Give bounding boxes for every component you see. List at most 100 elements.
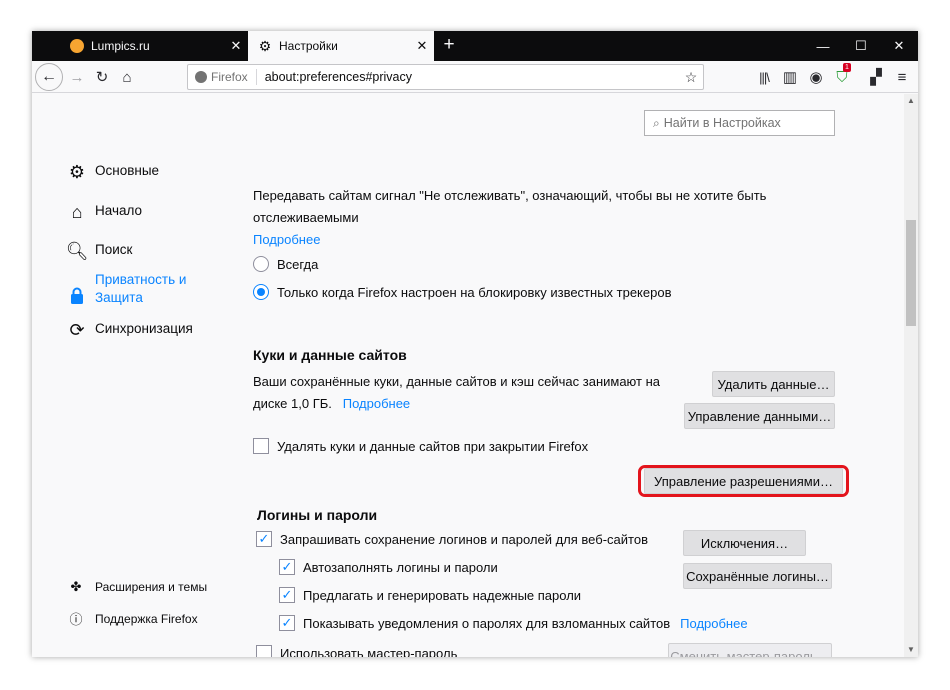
sidebar-item-label: Поиск xyxy=(95,242,133,257)
checkbox-checked[interactable]: ✓ xyxy=(279,559,295,575)
close-window-button[interactable]: ✕ xyxy=(880,31,918,61)
forward-button[interactable]: → xyxy=(65,65,89,89)
vertical-scrollbar[interactable]: ▲ ▼ xyxy=(904,94,918,657)
clear-data-button[interactable]: Удалить данные… xyxy=(712,371,835,397)
checkbox[interactable] xyxy=(253,438,269,454)
cookies-text-line: диске 1,0 ГБ. Подробнее xyxy=(253,393,660,415)
lumpics-favicon-icon xyxy=(70,39,84,53)
sidebar-item-label: Синхронизация xyxy=(95,321,193,336)
minimize-button[interactable]: — xyxy=(804,31,842,61)
exceptions-button[interactable]: Исключения… xyxy=(683,530,806,556)
url-text[interactable]: about:preferences#privacy xyxy=(257,70,679,84)
sidebar-link-label: Поддержка Firefox xyxy=(95,611,198,626)
sidebar-link-label: Расширения и темы xyxy=(95,580,208,594)
sidebar-item-general[interactable]: ⚙ Основные xyxy=(66,162,159,182)
gear-icon: ⚙ xyxy=(258,38,272,54)
vpn-shield-icon[interactable]: ⛉ 1 xyxy=(830,63,854,89)
checkbox[interactable] xyxy=(256,645,272,657)
gear-icon: ⚙ xyxy=(68,161,86,182)
new-tab-button[interactable]: + xyxy=(437,35,461,56)
cookies-description: Ваши сохранённые куки, данные сайтов и к… xyxy=(253,371,660,415)
radio-label: Всегда xyxy=(277,256,319,272)
sidebar-link-support[interactable]: ⓘ Поддержка Firefox xyxy=(68,609,198,628)
lock-icon xyxy=(66,285,88,305)
checkbox-label: Автозаполнять логины и пароли xyxy=(303,559,498,575)
dnt-learn-more-link[interactable]: Подробнее xyxy=(253,229,766,251)
tab-title: Lumpics.ru xyxy=(91,39,150,53)
radio-label: Только когда Firefox настроен на блокиро… xyxy=(277,284,672,300)
tab-lumpics[interactable]: Lumpics.ru ✕ xyxy=(60,31,248,61)
cookies-text-line: Ваши сохранённые куки, данные сайтов и к… xyxy=(253,374,660,389)
puzzle-icon: ✤ xyxy=(70,579,82,594)
back-button[interactable]: ← xyxy=(35,63,63,91)
checkbox-checked[interactable]: ✓ xyxy=(279,587,295,603)
vpn-badge: 1 xyxy=(843,63,851,72)
breach-learn-more-link[interactable]: Подробнее xyxy=(680,616,747,631)
scroll-down-arrow-icon[interactable]: ▼ xyxy=(904,643,918,657)
home-icon: ⌂ xyxy=(71,201,83,222)
master-password-checkbox[interactable]: Использовать мастер-пароль xyxy=(256,645,457,657)
cookies-learn-more-link[interactable]: Подробнее xyxy=(343,396,410,411)
tab-strip: Lumpics.ru ✕ ⚙ Настройки ✕ + — ☐ ✕ xyxy=(32,31,918,61)
logins-heading: Логины и пароли xyxy=(257,507,378,523)
reload-button[interactable]: ↻ xyxy=(90,65,114,89)
menu-hamburger-icon[interactable]: ≡ xyxy=(890,65,914,89)
manage-data-button[interactable]: Управление данными… xyxy=(684,403,835,429)
sidebar-toggle-icon[interactable]: ▥ xyxy=(778,65,802,89)
dnt-radio-always[interactable]: Всегда xyxy=(253,256,318,272)
sidebar-item-search[interactable]: 🔍︎ Поиск xyxy=(65,240,133,261)
library-icon[interactable]: |||\ xyxy=(752,65,776,89)
dnt-radio-only-when-blocking[interactable]: Только когда Firefox настроен на блокиро… xyxy=(253,284,672,300)
checkbox-label: Удалять куки и данные сайтов при закрыти… xyxy=(277,438,589,454)
search-placeholder: Найти в Настройках xyxy=(663,116,781,130)
sidebar-item-label: Основные xyxy=(95,163,160,178)
sidebar-item-privacy[interactable]: Приватность и Защита xyxy=(66,271,186,307)
url-bar[interactable]: Firefox about:preferences#privacy ☆ xyxy=(187,64,704,90)
firefox-icon xyxy=(195,71,207,83)
checkbox-checked[interactable]: ✓ xyxy=(279,615,295,631)
home-button[interactable]: ⌂ xyxy=(115,65,139,89)
autofill-logins-checkbox[interactable]: ✓ Автозаполнять логины и пароли xyxy=(279,559,498,575)
bookmark-star-icon[interactable]: ☆ xyxy=(679,69,703,86)
browser-window: Lumpics.ru ✕ ⚙ Настройки ✕ + — ☐ ✕ ← → ↻… xyxy=(32,31,918,657)
saved-logins-button[interactable]: Сохранённые логины… xyxy=(683,563,832,589)
extensions-icon[interactable]: ▞ xyxy=(864,65,888,89)
radio-button[interactable] xyxy=(253,256,269,272)
breach-alerts-checkbox[interactable]: ✓ Показывать уведомления о паролях для в… xyxy=(279,615,748,631)
checkbox-label: Предлагать и генерировать надежные парол… xyxy=(303,587,582,603)
sidebar-item-sync[interactable]: ⟳ Синхронизация xyxy=(66,319,193,340)
scrollbar-thumb[interactable] xyxy=(906,220,916,326)
sidebar-item-label: Приватность и Защита xyxy=(95,272,187,305)
settings-search-input[interactable]: ⌕ Найти в Настройках xyxy=(644,110,835,136)
checkbox-label: Использовать мастер-пароль xyxy=(280,645,458,658)
dnt-text-line: Передавать сайтам сигнал "Не отслеживать… xyxy=(253,188,767,203)
radio-button[interactable] xyxy=(253,284,269,300)
sidebar-item-label: Начало xyxy=(95,203,143,218)
sidebar-link-addons[interactable]: ✤ Расширения и темы xyxy=(68,579,208,595)
sidebar-item-home[interactable]: ⌂ Начало xyxy=(66,202,142,222)
tab-close-icon[interactable]: ✕ xyxy=(410,38,434,54)
help-icon: ⓘ xyxy=(69,612,83,627)
cookies-size-text: диске 1,0 ГБ. xyxy=(253,396,332,411)
dnt-text-line: отслеживаемыми xyxy=(253,210,359,225)
checkbox-checked[interactable]: ✓ xyxy=(256,531,272,547)
tab-close-icon[interactable]: ✕ xyxy=(224,38,248,54)
sync-icon: ⟳ xyxy=(69,319,85,340)
search-icon: ⌕ xyxy=(653,115,660,130)
nav-toolbar: ← → ↻ ⌂ Firefox about:preferences#privac… xyxy=(32,61,918,93)
checkbox-label: Показывать уведомления о паролях для взл… xyxy=(303,615,671,631)
preferences-content: ⌕ Найти в Настройках ⚙ Основные ⌂ Начало… xyxy=(32,94,918,657)
suggest-passwords-checkbox[interactable]: ✓ Предлагать и генерировать надежные пар… xyxy=(279,587,581,603)
search-icon: 🔍︎ xyxy=(65,240,89,261)
highlight-annotation xyxy=(638,465,849,497)
identity-box[interactable]: Firefox xyxy=(188,69,257,85)
scroll-up-arrow-icon[interactable]: ▲ xyxy=(904,94,918,108)
delete-cookies-on-close-checkbox[interactable]: Удалять куки и данные сайтов при закрыти… xyxy=(253,438,588,454)
account-icon[interactable]: ◉ xyxy=(804,65,828,89)
identity-label: Firefox xyxy=(211,70,248,84)
maximize-button[interactable]: ☐ xyxy=(842,31,880,61)
cookies-heading: Куки и данные сайтов xyxy=(253,347,407,363)
ask-save-logins-checkbox[interactable]: ✓ Запрашивать сохранение логинов и парол… xyxy=(256,531,648,547)
tab-settings[interactable]: ⚙ Настройки ✕ xyxy=(248,31,434,61)
checkbox-label: Запрашивать сохранение логинов и паролей… xyxy=(280,531,648,547)
